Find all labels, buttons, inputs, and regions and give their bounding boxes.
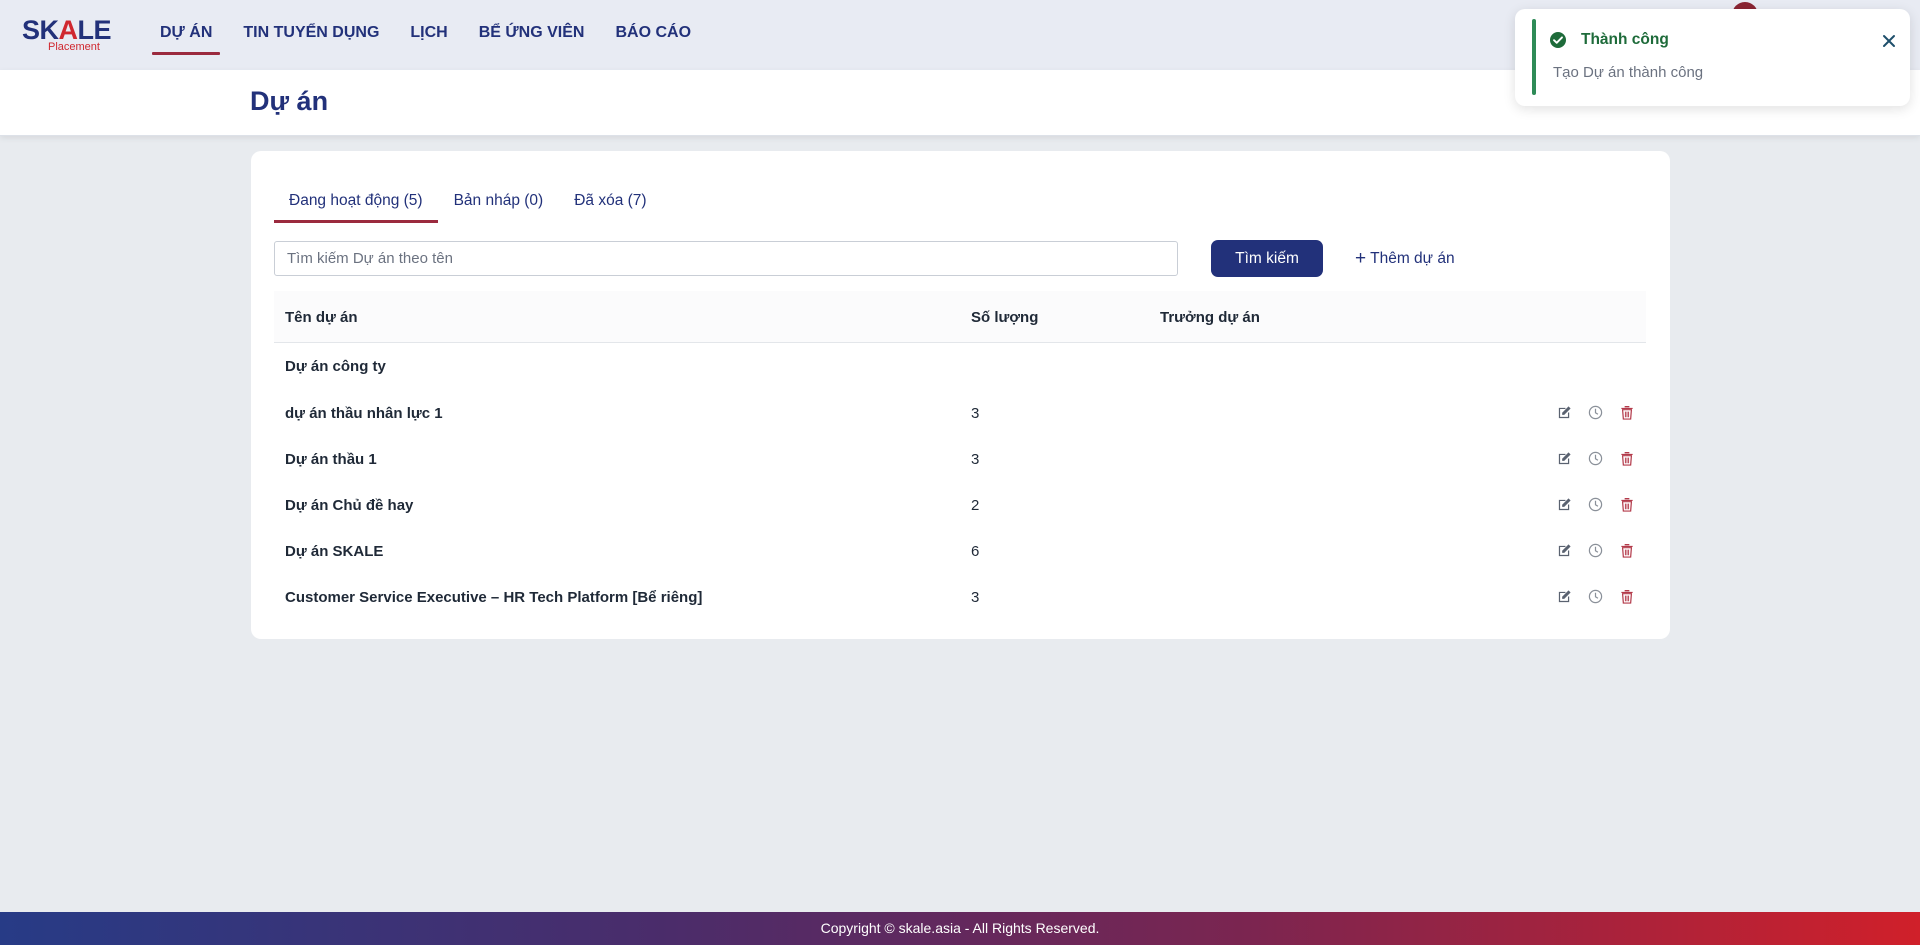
page-title: Dự án (250, 86, 329, 116)
nav-item-candidate-pool[interactable]: BỂ ỨNG VIÊN (471, 0, 593, 70)
nav-item-calendar[interactable]: LỊCH (402, 0, 455, 70)
project-name[interactable]: Dự án thầu 1 (285, 451, 377, 468)
projects-table: Tên dự án Số lượng Trưởng dự án Dự án cô… (274, 291, 1646, 620)
group-row: Dự án công ty (274, 343, 1646, 390)
project-quantity: 6 (971, 543, 980, 560)
main-nav: DỰ ÁN TIN TUYỂN DỤNG LỊCH BỂ ỨNG VIÊN BÁ… (152, 0, 714, 70)
project-quantity: 3 (971, 405, 980, 422)
nav-item-projects[interactable]: DỰ ÁN (152, 0, 221, 70)
history-icon[interactable] (1587, 450, 1604, 467)
table-row: dự án thầu nhân lực 1 3 (274, 390, 1646, 436)
close-icon[interactable] (1879, 31, 1899, 51)
edit-icon[interactable] (1556, 404, 1573, 421)
tab-active-projects[interactable]: Đang hoạt động (5) (274, 181, 438, 223)
toast-message: Tạo Dự án thành công (1553, 64, 1704, 81)
history-icon[interactable] (1587, 542, 1604, 559)
column-header-lead: Trưởng dự án (1160, 309, 1260, 326)
delete-icon[interactable] (1618, 588, 1635, 605)
edit-icon[interactable] (1556, 588, 1573, 605)
logo-wordmark: SKALE (22, 15, 112, 45)
projects-card: Đang hoạt động (5) Bản nháp (0) Đã xóa (… (251, 151, 1670, 639)
row-actions (1556, 542, 1635, 559)
footer: Copyright © skale.asia - All Rights Rese… (0, 912, 1920, 945)
success-toast: Thành công Tạo Dự án thành công (1515, 9, 1910, 106)
project-tabs: Đang hoạt động (5) Bản nháp (0) Đã xóa (… (274, 181, 663, 223)
edit-icon[interactable] (1556, 542, 1573, 559)
add-project-label: Thêm dự án (1370, 250, 1455, 267)
group-label: Dự án công ty (285, 358, 386, 375)
search-button[interactable]: Tìm kiếm (1211, 240, 1323, 277)
delete-icon[interactable] (1618, 496, 1635, 513)
toast-title: Thành công (1581, 31, 1669, 48)
plus-icon: + (1355, 247, 1367, 269)
row-actions (1556, 588, 1635, 605)
edit-icon[interactable] (1556, 450, 1573, 467)
table-row: Customer Service Executive – HR Tech Pla… (274, 574, 1646, 620)
add-project-button[interactable]: + Thêm dự án (1355, 243, 1455, 275)
edit-icon[interactable] (1556, 496, 1573, 513)
history-icon[interactable] (1587, 404, 1604, 421)
project-name[interactable]: Customer Service Executive – HR Tech Pla… (285, 589, 702, 606)
nav-item-reports[interactable]: BÁO CÁO (607, 0, 699, 70)
project-name[interactable]: Dự án SKALE (285, 543, 383, 560)
delete-icon[interactable] (1618, 542, 1635, 559)
skale-logo[interactable]: SKALE Placement (22, 15, 112, 56)
row-actions (1556, 450, 1635, 467)
history-icon[interactable] (1587, 496, 1604, 513)
table-row: Dự án thầu 1 3 (274, 436, 1646, 482)
project-name[interactable]: Dự án Chủ đề hay (285, 497, 413, 514)
delete-icon[interactable] (1618, 450, 1635, 467)
history-icon[interactable] (1587, 588, 1604, 605)
table-row: Dự án Chủ đề hay 2 (274, 482, 1646, 528)
project-name[interactable]: dự án thầu nhân lực 1 (285, 405, 443, 422)
project-quantity: 2 (971, 497, 980, 514)
tab-deleted[interactable]: Đã xóa (7) (559, 181, 661, 221)
delete-icon[interactable] (1618, 404, 1635, 421)
search-input[interactable] (274, 241, 1178, 276)
toast-status-bar (1532, 19, 1536, 95)
row-actions (1556, 404, 1635, 421)
logo-subtitle: Placement (48, 41, 100, 53)
nav-item-job-postings[interactable]: TIN TUYỂN DỤNG (235, 0, 387, 70)
row-actions (1556, 496, 1635, 513)
table-header: Tên dự án Số lượng Trưởng dự án (274, 291, 1646, 343)
project-quantity: 3 (971, 589, 980, 606)
project-quantity: 3 (971, 451, 980, 468)
tab-drafts[interactable]: Bản nháp (0) (439, 181, 559, 221)
check-circle-icon (1549, 31, 1567, 54)
table-row: Dự án SKALE 6 (274, 528, 1646, 574)
column-header-name: Tên dự án (285, 309, 358, 326)
copyright-text: Copyright © skale.asia - All Rights Rese… (820, 919, 1100, 936)
column-header-quantity: Số lượng (971, 309, 1039, 326)
